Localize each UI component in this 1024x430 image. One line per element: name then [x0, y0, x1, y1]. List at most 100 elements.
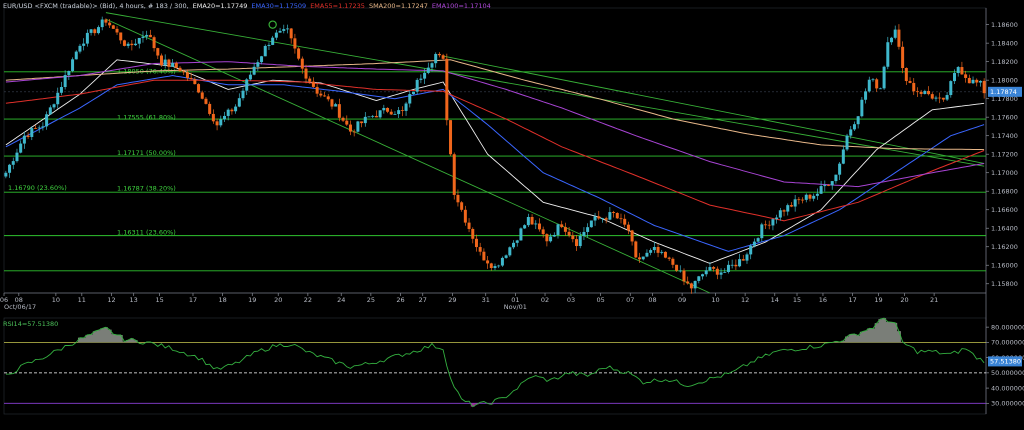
- candle-body: [600, 218, 604, 220]
- candle-body: [500, 257, 504, 266]
- candle-body: [104, 19, 108, 23]
- candle-body: [59, 87, 63, 93]
- candle-body: [578, 235, 582, 247]
- candle-body: [593, 216, 597, 221]
- candle-body: [760, 224, 764, 239]
- candle-body: [415, 79, 419, 92]
- candle-body: [278, 30, 282, 33]
- candle-body: [693, 280, 697, 289]
- candle-body: [141, 36, 145, 38]
- candle-body: [904, 67, 908, 82]
- price-tick-label: 1.18600: [991, 21, 1018, 29]
- candle-body: [137, 37, 141, 44]
- indicator-ema55: EMA55=1.17235: [310, 2, 365, 10]
- indicator-sma200: SMA200=1.17247: [368, 2, 428, 10]
- candle-body: [471, 228, 475, 239]
- price-tick-label: 1.16600: [991, 206, 1018, 214]
- rsi-tick-label: 50.000000: [991, 369, 1024, 377]
- candle-body: [15, 152, 19, 162]
- price-tick-label: 1.16800: [991, 188, 1018, 196]
- price-tick-label: 1.15800: [991, 280, 1018, 288]
- fibonacci-label: 1.16790 (23.60%): [8, 184, 67, 192]
- candle-body: [285, 28, 289, 30]
- candle-body: [597, 216, 601, 219]
- symbol-label: EUR/USD <FXCM (tradable)> (Bid), 4 hours…: [3, 2, 189, 10]
- candle-body: [56, 92, 60, 105]
- time-tick-label: 20: [274, 296, 282, 304]
- candle-body: [308, 78, 312, 82]
- candle-body: [445, 58, 449, 121]
- candle-body: [467, 222, 471, 229]
- time-tick-label: 15: [155, 296, 163, 304]
- candle-body: [689, 283, 693, 289]
- candle-body: [389, 111, 393, 115]
- candle-body: [449, 120, 453, 155]
- candle-body: [678, 270, 682, 272]
- candle-body: [356, 121, 360, 132]
- candle-body: [723, 271, 727, 273]
- price-tick-label: 1.17200: [991, 151, 1018, 159]
- time-tick-label: 26: [396, 296, 404, 304]
- candle-body: [875, 79, 879, 89]
- rsi-line: [5, 317, 985, 408]
- candle-body: [619, 218, 623, 220]
- price-tick-label: 1.17400: [991, 132, 1018, 140]
- candle-body: [493, 266, 497, 269]
- candle-body: [730, 264, 734, 266]
- price-chart-svg[interactable]: 1.186001.184001.182001.180001.178001.176…: [0, 0, 1024, 426]
- candle-body: [982, 80, 986, 94]
- candle-body: [701, 274, 705, 277]
- time-tick-label: 17: [848, 296, 856, 304]
- candle-body: [852, 124, 856, 130]
- candle-body: [860, 99, 864, 117]
- candle-body: [159, 55, 163, 66]
- price-tick-label: 1.18400: [991, 39, 1018, 47]
- indicator-ema20: EMA20=1.17749: [192, 2, 248, 10]
- candle-body: [752, 241, 756, 246]
- candle-body: [589, 220, 593, 228]
- candle-body: [915, 91, 919, 93]
- candle-body: [815, 193, 819, 196]
- candle-body: [778, 210, 782, 218]
- candle-body: [119, 32, 123, 41]
- candle-body: [938, 97, 942, 99]
- candle-body: [222, 115, 226, 120]
- candle-body: [37, 127, 41, 129]
- candle-body: [67, 70, 71, 76]
- candle-body: [130, 43, 134, 46]
- candle-body: [208, 103, 212, 114]
- candle-body: [841, 149, 845, 164]
- candle-body: [319, 93, 323, 96]
- candle-body: [400, 110, 404, 111]
- candle-body: [22, 135, 26, 144]
- candle-body: [234, 106, 238, 112]
- time-tick-label: 13: [130, 296, 138, 304]
- candle-body: [530, 216, 534, 225]
- current-price-label: 1.17874: [990, 88, 1017, 96]
- candle-body: [775, 217, 779, 220]
- candle-body: [271, 37, 275, 45]
- candle-body: [563, 227, 567, 232]
- candle-body: [686, 281, 690, 284]
- candle-body: [567, 231, 571, 236]
- candle-body: [838, 163, 842, 175]
- candle-body: [523, 225, 527, 229]
- candle-body: [630, 230, 634, 242]
- candle-body: [575, 239, 579, 247]
- candle-body: [263, 45, 267, 57]
- candle-body: [604, 218, 608, 220]
- candle-body: [456, 194, 460, 203]
- candle-body: [660, 251, 664, 253]
- candle-body: [953, 73, 957, 82]
- candle-body: [856, 116, 860, 125]
- candle-body: [526, 216, 530, 226]
- fibonacci-label: 1.17171 (50.00%): [117, 149, 176, 157]
- candle-body: [482, 251, 486, 261]
- candle-body: [348, 124, 352, 132]
- candle-body: [85, 32, 89, 44]
- candle-body: [638, 257, 642, 260]
- candle-body: [726, 264, 730, 272]
- candle-body: [100, 19, 104, 28]
- trendline-anchor-marker: [268, 20, 277, 29]
- rsi-tick-label: 80.000000: [991, 323, 1024, 331]
